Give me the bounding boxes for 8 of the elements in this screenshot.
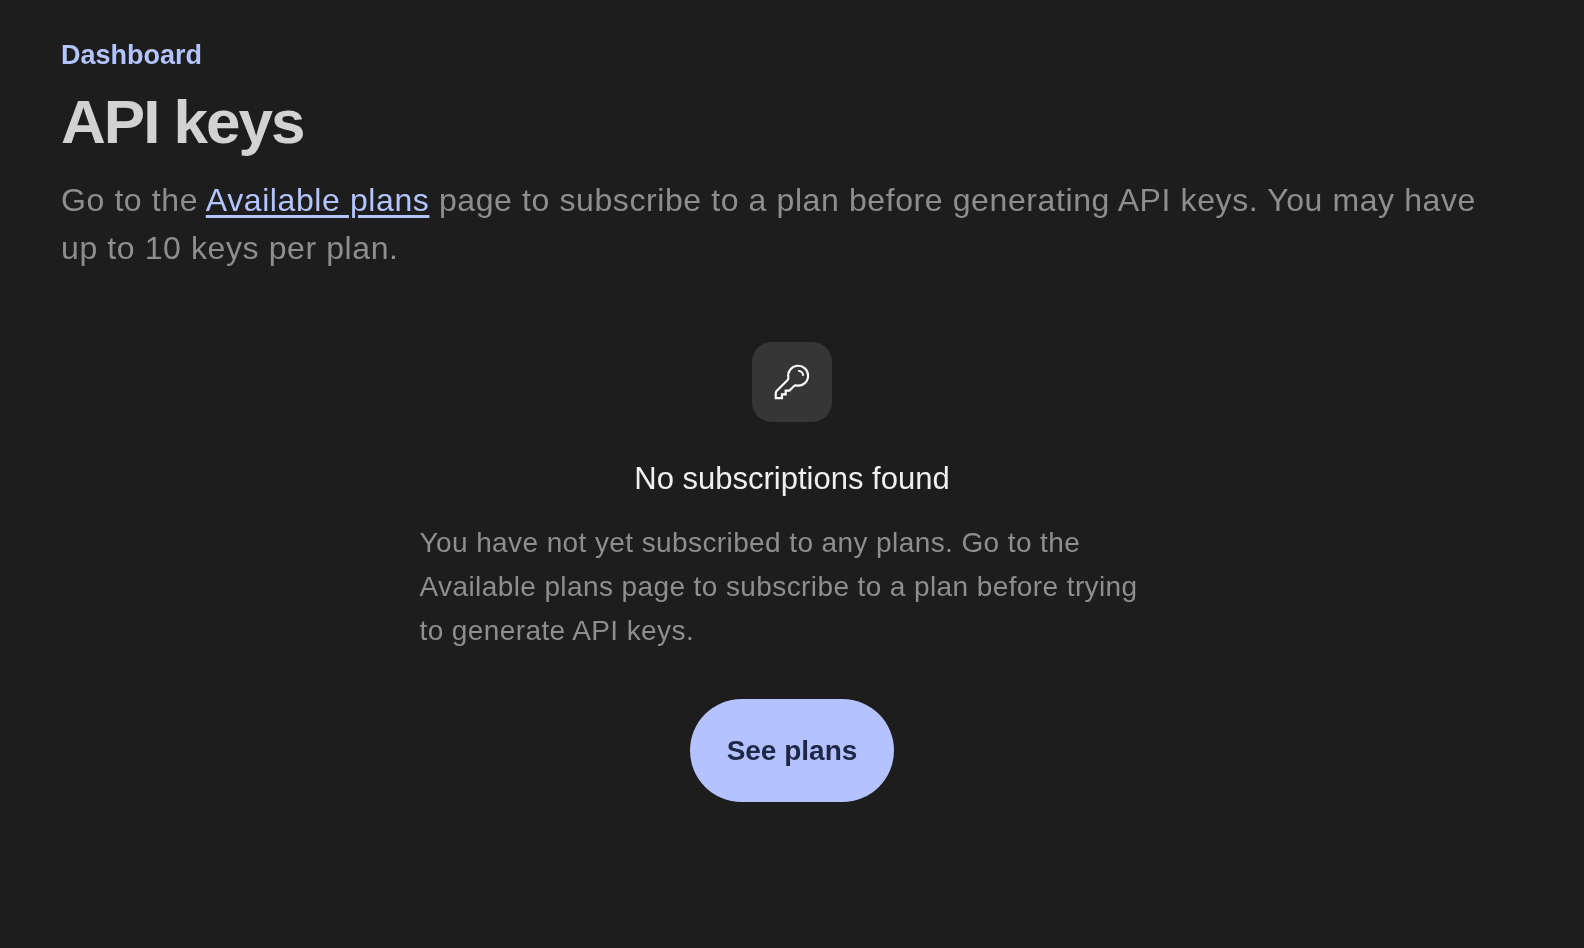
see-plans-button[interactable]: See plans (690, 699, 894, 802)
dashboard-link[interactable]: Dashboard (61, 38, 203, 72)
empty-state-title: No subscriptions found (634, 460, 950, 498)
intro-text: Go to the Available plans page to subscribe to a plan before generating API keys. You may have up to 10 keys per plan. (61, 181, 1477, 268)
key-icon (752, 342, 832, 422)
empty-state-description: You have not yet subscribed to any plans. Go to the Available plans page to subscribe to a plan before trying to generate API keys. (419, 526, 1139, 648)
page-title: API keys (61, 86, 305, 158)
available-plans-link[interactable]: Available plans (205, 182, 430, 218)
